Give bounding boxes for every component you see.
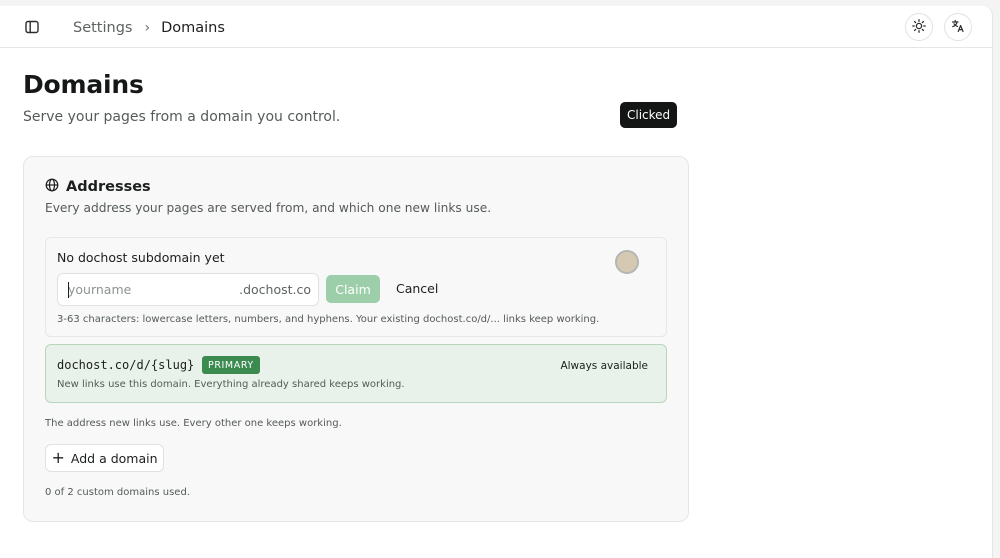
clicked-tooltip: Clicked bbox=[620, 102, 678, 128]
theme-toggle-button[interactable] bbox=[905, 13, 933, 41]
plus-icon: + bbox=[51, 448, 65, 467]
primary-domain: dochost.co/d/{slug} bbox=[57, 358, 195, 372]
subdomain-input[interactable] bbox=[58, 274, 238, 305]
subdomain-claim-panel: No dochost subdomain yet .dochost.co Cla… bbox=[45, 237, 667, 337]
claim-button[interactable]: Claim bbox=[326, 275, 380, 303]
translate-icon bbox=[951, 18, 965, 37]
app-window: Settings › Domains Domains Serve your pa… bbox=[0, 6, 993, 558]
page-subtitle: Serve your pages from a domain you contr… bbox=[23, 109, 341, 125]
primary-badge: PRIMARY bbox=[202, 356, 260, 374]
top-bar: Settings › Domains bbox=[0, 6, 992, 48]
click-indicator bbox=[615, 250, 639, 274]
add-domain-label: Add a domain bbox=[70, 450, 158, 466]
breadcrumb-domains: Domains bbox=[161, 20, 225, 36]
claim-title: No dochost subdomain yet bbox=[57, 250, 225, 265]
sidebar-toggle-icon[interactable] bbox=[22, 17, 42, 37]
sun-icon bbox=[912, 18, 926, 37]
language-button[interactable] bbox=[944, 13, 972, 41]
text-caret bbox=[68, 282, 69, 298]
domain-usage: 0 of 2 custom domains used. bbox=[45, 487, 190, 498]
addresses-header: Addresses bbox=[45, 177, 151, 196]
breadcrumb-settings[interactable]: Settings bbox=[73, 20, 132, 36]
add-domain-button[interactable]: + Add a domain bbox=[45, 444, 164, 472]
address-note: The address new links use. Every other o… bbox=[45, 418, 342, 429]
cancel-button[interactable]: Cancel bbox=[396, 281, 438, 296]
globe-icon bbox=[45, 177, 59, 196]
addresses-title: Addresses bbox=[66, 178, 151, 195]
subdomain-field[interactable]: .dochost.co bbox=[57, 273, 319, 306]
addresses-description: Every address your pages are served from… bbox=[45, 201, 492, 215]
addresses-card: Addresses Every address your pages are s… bbox=[23, 156, 689, 522]
availability-status: Always available bbox=[560, 360, 648, 372]
page-title: Domains bbox=[23, 70, 144, 99]
primary-note: New links use this domain. Everything al… bbox=[57, 379, 405, 390]
breadcrumb: Settings › Domains bbox=[73, 18, 225, 38]
primary-domain-row: dochost.co/d/{slug} PRIMARY New links us… bbox=[45, 344, 667, 403]
subdomain-suffix: .dochost.co bbox=[239, 282, 311, 297]
claim-help-text: 3-63 characters: lowercase letters, numb… bbox=[57, 314, 600, 325]
breadcrumb-separator: › bbox=[144, 20, 151, 36]
